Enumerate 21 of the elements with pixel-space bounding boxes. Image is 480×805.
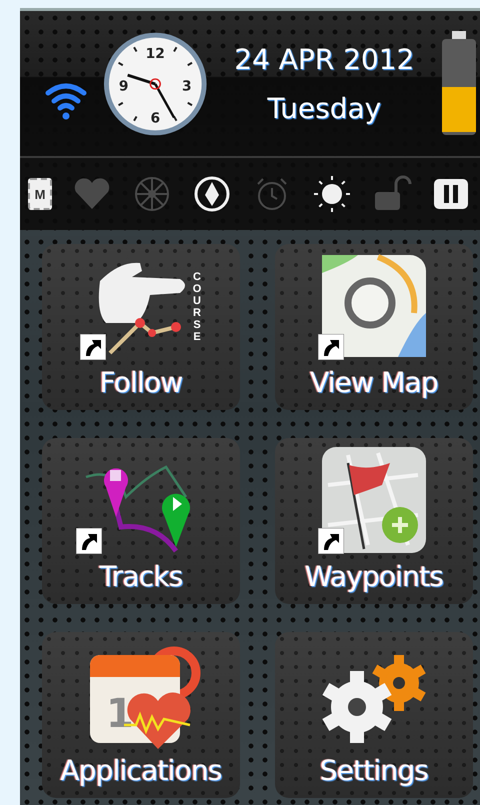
tile-label: Applications: [60, 754, 222, 787]
app-shortcut-tile[interactable]: COURSE Follow: [42, 244, 240, 410]
tile-label: Waypoints: [304, 560, 444, 593]
weekday-text: Tuesday: [267, 92, 382, 124]
date-text: 24 APR 2012: [234, 42, 414, 76]
app-shortcut-tile[interactable]: Waypoints: [275, 438, 473, 604]
clock-numeral: 6: [150, 110, 160, 126]
tile-label: Follow: [99, 366, 183, 399]
tile-label: Tracks: [99, 560, 183, 593]
memory-chip-icon: M: [28, 178, 52, 210]
app-shortcut-tile[interactable]: 1 Applications: [42, 632, 240, 798]
course-caption: COURSE: [192, 270, 202, 344]
tile-label: Settings: [320, 754, 428, 787]
clock-numeral: 9: [118, 78, 128, 94]
clock-numeral: 3: [182, 78, 192, 94]
calendar-digit: 1: [106, 691, 134, 737]
app-shortcut-tile[interactable]: Tracks: [42, 438, 240, 604]
app-shortcut-tile[interactable]: View Map: [275, 244, 473, 410]
tile-label: View Map: [310, 366, 438, 399]
app-shortcut-tile[interactable]: Settings: [275, 632, 473, 798]
clock-numeral: 12: [146, 46, 165, 62]
